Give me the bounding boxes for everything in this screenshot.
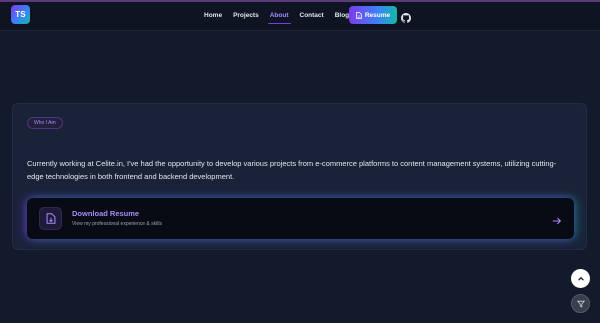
nav-blog[interactable]: Blog (335, 12, 349, 19)
top-navbar: TS Home Projects About Contact Blog Resu… (0, 0, 600, 31)
about-card: Who I Am Currently working at Celite.in,… (12, 103, 587, 250)
nav-about[interactable]: About (267, 12, 291, 24)
main-nav: Home Projects About Contact Blog (204, 0, 360, 31)
document-icon (355, 11, 362, 19)
download-resume-card[interactable]: Download Resume View my professional exp… (27, 198, 574, 239)
logo-text: TS (15, 10, 26, 19)
chevron-up-icon (577, 270, 585, 288)
resume-label: Resume (364, 11, 391, 19)
download-resume-subtitle: View my professional experience & skills (72, 221, 162, 227)
filter-button[interactable] (571, 294, 590, 313)
site-logo[interactable]: TS (11, 5, 30, 24)
download-resume-title: Download Resume (72, 209, 140, 218)
about-description: Currently working at Celite.in, I've had… (27, 159, 557, 181)
nav-projects[interactable]: Projects (233, 12, 259, 19)
arrow-right-icon (552, 213, 562, 225)
resume-button[interactable]: Resume (349, 6, 397, 24)
scroll-to-top-button[interactable] (571, 269, 590, 288)
filter-icon (576, 295, 585, 313)
who-i-am-badge: Who I Am (27, 117, 63, 129)
nav-home[interactable]: Home (204, 12, 222, 19)
file-download-icon (39, 207, 62, 230)
nav-contact[interactable]: Contact (300, 12, 324, 19)
github-icon[interactable] (401, 10, 411, 23)
